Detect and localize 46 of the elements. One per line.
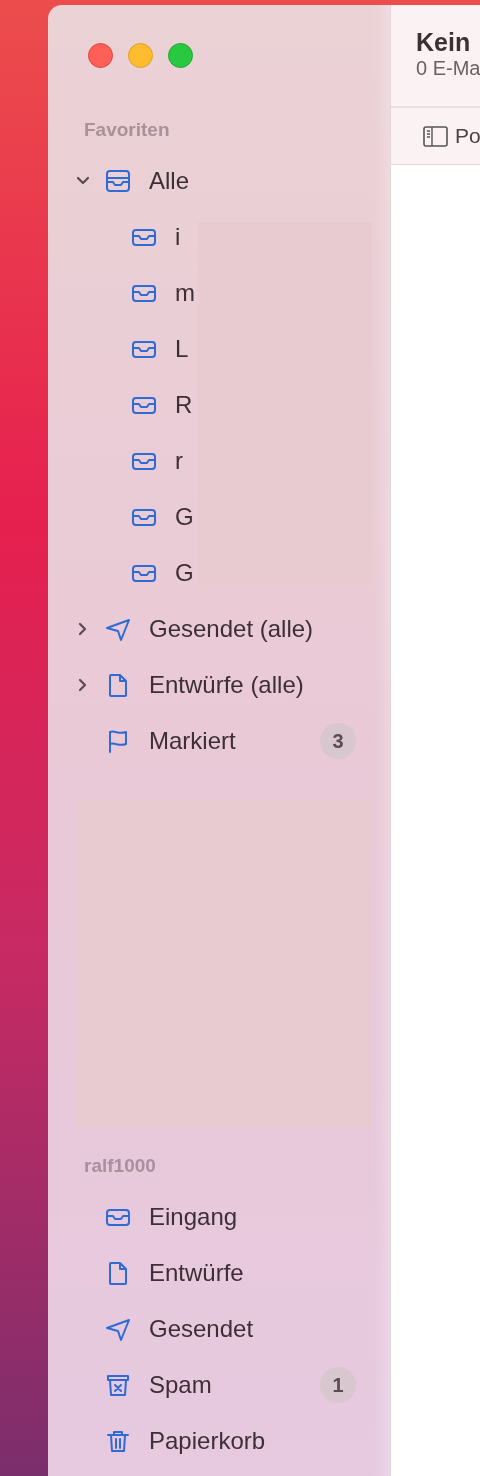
item-label: i [175, 223, 181, 251]
item-label: Entwürfe [149, 1259, 245, 1287]
item-label: Entwürfe (alle) [149, 671, 305, 699]
spam-tray-icon [104, 1372, 132, 1398]
sidebar-item[interactable]: Eingang [48, 1189, 390, 1245]
item-label: m [175, 279, 195, 307]
item-label: G [175, 503, 194, 531]
item-label: Alle [149, 167, 191, 195]
count-badge: 3 [320, 723, 356, 759]
sidebar-item[interactable]: Gesendet (alle) [48, 601, 390, 657]
sidebar-item[interactable]: Alle [48, 153, 390, 209]
item-label: r [175, 447, 183, 475]
sidebar-item[interactable]: Entwürfe [48, 1245, 390, 1301]
item-label: Gesendet [149, 1315, 255, 1343]
trash-icon [104, 1428, 132, 1454]
paper-plane-icon [104, 616, 132, 642]
sidebar-item[interactable]: G [130, 489, 194, 545]
sidebar-item[interactable]: L [130, 321, 189, 377]
section-title: ralf1000 [84, 1154, 157, 1178]
sidebar-item[interactable]: Spam 1 [48, 1357, 390, 1413]
item-label: L [175, 335, 189, 363]
section-title: Favoriten [84, 118, 171, 142]
paper-plane-icon [104, 1316, 132, 1342]
sidebar-item[interactable]: Gesendet [48, 1301, 390, 1357]
toolbar-button[interactable]: Po [423, 124, 480, 148]
message-count: 0 E-Ma [416, 56, 480, 80]
item-label: Spam [149, 1371, 213, 1399]
item-label: Gesendet (alle) [149, 615, 315, 643]
item-label: Eingang [149, 1203, 239, 1231]
mailbox-title: Kein [416, 28, 472, 56]
sidebar-item[interactable]: Papierkorb [48, 1413, 390, 1469]
sidebar-item[interactable]: R [130, 377, 193, 433]
item-label: Markiert [149, 727, 237, 755]
sidebar-item[interactable]: i [130, 209, 181, 265]
item-label: R [175, 391, 193, 419]
count-badge: 1 [320, 1367, 356, 1403]
sidebar-item[interactable]: G [130, 545, 194, 601]
sidebar-item[interactable]: r [130, 433, 183, 489]
close-button[interactable] [88, 43, 113, 68]
item-label: G [175, 559, 194, 587]
stacked-trays-icon [104, 168, 132, 194]
sidebar-item[interactable]: m [130, 265, 195, 321]
sidebar-item[interactable]: Markiert 3 [48, 713, 390, 769]
item-label: Papierkorb [149, 1427, 267, 1455]
sidebar-icon [423, 125, 448, 147]
sidebar-item[interactable]: Entwürfe (alle) [48, 657, 390, 713]
